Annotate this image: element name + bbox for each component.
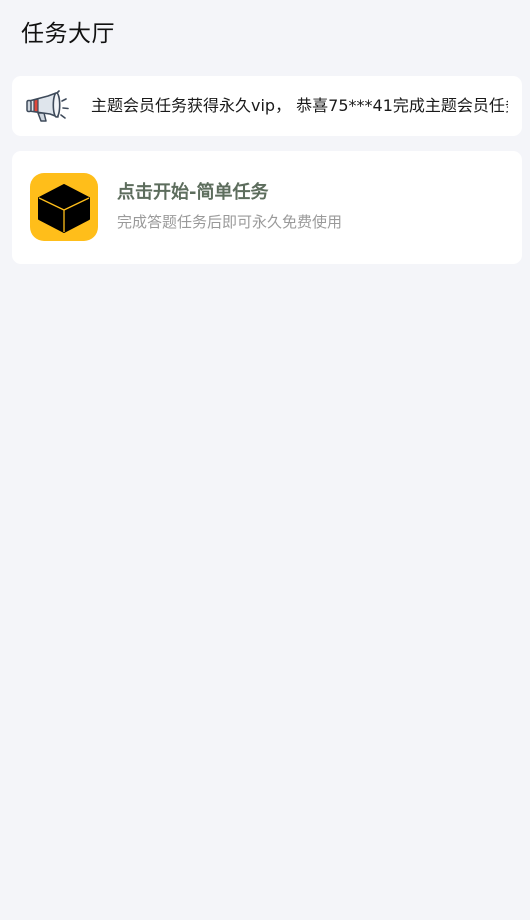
megaphone-icon — [26, 90, 69, 122]
page-title: 任务大厅 — [21, 21, 115, 47]
task-description: 完成答题任务后即可永久免费使用 — [117, 213, 343, 231]
notice-bar[interactable]: 主题会员任务获得永久vip， 恭喜75***41完成主题会员任务获 — [12, 76, 522, 136]
task-title: 点击开始-简单任务 — [117, 182, 269, 203]
notice-marquee: 主题会员任务获得永久vip， 恭喜75***41完成主题会员任务获 — [91, 76, 508, 136]
task-card-simple[interactable]: 点击开始-简单任务 完成答题任务后即可永久免费使用 — [12, 151, 522, 264]
task-app-icon — [30, 173, 98, 241]
cube-icon — [38, 184, 90, 233]
notice-text: 主题会员任务获得永久vip， 恭喜75***41完成主题会员任务获 — [91, 96, 508, 115]
